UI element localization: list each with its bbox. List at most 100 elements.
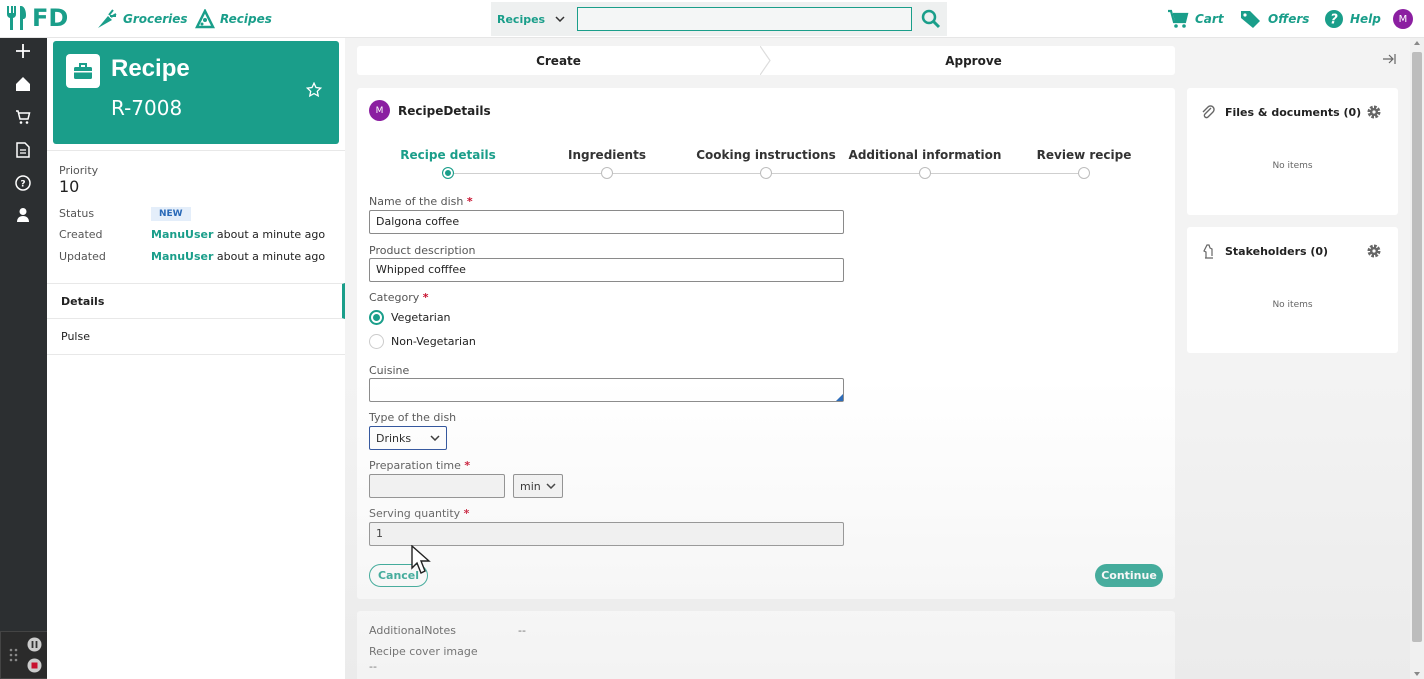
form-title: RecipeDetails bbox=[398, 103, 491, 118]
top-bar: FD Groceries Recipes Recipes Cart Offers… bbox=[0, 0, 1424, 38]
prep-time-label: Preparation time * bbox=[369, 459, 470, 472]
scroll-up-icon[interactable] bbox=[1410, 38, 1424, 48]
required-marker: * bbox=[422, 291, 429, 304]
scrollbar-thumb[interactable] bbox=[1412, 52, 1422, 642]
wizard-step-review-recipe[interactable]: Review recipe bbox=[1037, 148, 1132, 162]
dish-name-label: Name of the dish * bbox=[369, 195, 473, 208]
stakeholders-header: Stakeholders (0) bbox=[1201, 243, 1328, 259]
documents-button[interactable] bbox=[14, 141, 32, 159]
follow-star-button[interactable] bbox=[305, 81, 323, 101]
created-user-link[interactable]: ManuUser bbox=[151, 228, 213, 241]
category-label: Category * bbox=[369, 291, 429, 304]
radio-unselected[interactable] bbox=[369, 334, 384, 349]
nav-help-label: Help bbox=[1350, 12, 1381, 26]
dish-type-value: Drinks bbox=[376, 431, 412, 445]
stakeholders-title: Stakeholders (0) bbox=[1225, 244, 1329, 258]
updated-value: ManuUser about a minute ago bbox=[151, 250, 325, 263]
help-icon: ? bbox=[1325, 10, 1343, 28]
required-marker: * bbox=[466, 195, 473, 208]
collapse-right-icon bbox=[1383, 54, 1396, 64]
search-scope-select[interactable]: Recipes bbox=[491, 13, 573, 26]
wizard-step-cooking-instructions[interactable]: Cooking instructions bbox=[696, 148, 836, 162]
nav-cart-label: Cart bbox=[1195, 12, 1224, 26]
home-icon bbox=[16, 77, 30, 91]
tab-details[interactable]: Details bbox=[47, 283, 345, 319]
page-scrollbar[interactable] bbox=[1410, 38, 1424, 679]
gear-icon bbox=[1367, 244, 1381, 258]
create-button[interactable] bbox=[14, 42, 32, 60]
user-avatar[interactable]: M bbox=[1393, 9, 1413, 29]
nav-groceries[interactable]: Groceries bbox=[96, 9, 188, 29]
search-button[interactable] bbox=[921, 9, 941, 29]
serving-label-text: Serving quantity bbox=[369, 507, 461, 520]
search-input[interactable] bbox=[577, 7, 912, 31]
plus-icon bbox=[16, 44, 30, 58]
prep-unit-value: min bbox=[520, 479, 541, 493]
created-value: ManuUser about a minute ago bbox=[151, 228, 325, 241]
wizard-dot bbox=[601, 167, 613, 179]
tab-pulse[interactable]: Pulse bbox=[47, 319, 345, 355]
nav-help[interactable]: ? Help bbox=[1324, 9, 1381, 29]
nav-offers-label: Offers bbox=[1268, 12, 1310, 26]
priority-value: 10 bbox=[59, 177, 80, 196]
profile-button[interactable] bbox=[14, 206, 32, 224]
wizard-step-additional-information[interactable]: Additional information bbox=[849, 148, 1002, 162]
files-documents-card: Files & documents (0) No items bbox=[1187, 88, 1398, 215]
home-button[interactable] bbox=[14, 75, 32, 93]
nav-cart[interactable]: Cart bbox=[1167, 9, 1224, 29]
collapse-panel-button[interactable] bbox=[1382, 52, 1396, 69]
nav-recipes[interactable]: Recipes bbox=[195, 9, 272, 29]
stage-create[interactable]: Create bbox=[357, 46, 760, 75]
assignee-avatar: M bbox=[369, 100, 390, 121]
help-circle-icon: ? bbox=[15, 175, 31, 191]
stage-approve[interactable]: Approve bbox=[772, 46, 1175, 75]
search-icon bbox=[921, 9, 941, 29]
category-radio-non-vegetarian[interactable]: Non-Vegetarian bbox=[369, 334, 476, 349]
nav-offers[interactable]: Offers bbox=[1240, 9, 1309, 29]
description-input[interactable]: Whipped cofffee bbox=[369, 258, 844, 282]
status-label: Status bbox=[59, 207, 95, 220]
app-logo[interactable]: FD bbox=[4, 4, 68, 32]
stop-icon[interactable] bbox=[27, 658, 42, 673]
priority-label: Priority bbox=[59, 164, 99, 177]
star-icon bbox=[305, 81, 323, 98]
files-settings-button[interactable] bbox=[1366, 104, 1382, 123]
mouse-cursor-icon bbox=[411, 545, 431, 574]
chevron-down-icon bbox=[430, 435, 440, 441]
updated-user-link[interactable]: ManuUser bbox=[151, 250, 213, 263]
rail-cart-button[interactable] bbox=[14, 108, 32, 126]
dish-type-select[interactable]: Drinks bbox=[369, 426, 447, 450]
cuisine-input[interactable] bbox=[369, 378, 844, 402]
prep-unit-select[interactable]: min bbox=[513, 474, 563, 498]
logo-text: FD bbox=[32, 4, 69, 32]
pause-icon[interactable] bbox=[27, 637, 42, 652]
serving-quantity-input[interactable]: 1 bbox=[369, 522, 844, 546]
continue-button[interactable]: Continue bbox=[1095, 564, 1163, 587]
cover-image-value: -- bbox=[369, 660, 377, 673]
wizard-step-ingredients[interactable]: Ingredients bbox=[568, 148, 646, 162]
drag-handle-icon[interactable] bbox=[7, 645, 21, 665]
category-radio-vegetarian[interactable]: Vegetarian bbox=[369, 310, 451, 325]
case-summary-panel: Recipe R-7008 Priority 10 Status NEW Cre… bbox=[47, 38, 345, 679]
description-label: Product description bbox=[369, 244, 476, 257]
search-bar: Recipes bbox=[491, 2, 947, 36]
form-header: M RecipeDetails bbox=[369, 100, 491, 121]
briefcase-icon bbox=[66, 54, 100, 88]
prep-time-input[interactable] bbox=[369, 474, 505, 498]
radio-selected[interactable] bbox=[369, 310, 384, 325]
serving-label: Serving quantity * bbox=[369, 507, 469, 520]
additional-notes-label: AdditionalNotes bbox=[369, 624, 456, 637]
additional-notes-value: -- bbox=[518, 624, 526, 637]
dish-name-label-text: Name of the dish bbox=[369, 195, 464, 208]
radio-label: Vegetarian bbox=[391, 311, 451, 324]
rail-help-button[interactable]: ? bbox=[14, 174, 32, 192]
stakeholders-settings-button[interactable] bbox=[1366, 243, 1382, 262]
pizza-icon bbox=[195, 9, 215, 29]
wizard-step-recipe-details[interactable]: Recipe details bbox=[400, 148, 495, 162]
dish-name-input[interactable]: Dalgona coffee bbox=[369, 210, 844, 234]
required-marker: * bbox=[463, 507, 470, 520]
scroll-down-icon[interactable] bbox=[1410, 669, 1424, 679]
case-type-title: Recipe bbox=[111, 55, 190, 82]
svg-text:?: ? bbox=[1330, 13, 1338, 28]
nav-recipes-label: Recipes bbox=[220, 12, 272, 26]
